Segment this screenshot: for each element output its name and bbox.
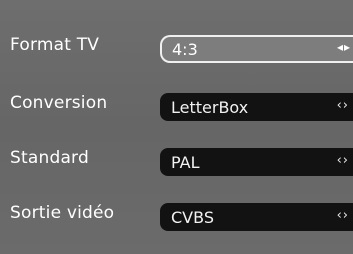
menu-row-standard[interactable]: Standard PAL ‹› (0, 138, 353, 182)
video-settings-menu: Format TV 4:3 ◂▸ Conversion LetterBox ‹›… (0, 0, 353, 254)
format-tv-label: Format TV (10, 35, 100, 55)
sortie-video-label: Sortie vidéo (10, 203, 115, 223)
menu-row-conversion[interactable]: Conversion LetterBox ‹› (0, 83, 353, 127)
conversion-selector[interactable]: LetterBox ‹› (160, 93, 353, 121)
menu-row-sortie-video[interactable]: Sortie vidéo CVBS ‹› (0, 193, 353, 237)
left-right-chevron-icon[interactable]: ‹› (337, 98, 349, 113)
left-right-chevron-icon[interactable]: ‹› (337, 153, 349, 168)
conversion-label: Conversion (10, 93, 108, 113)
sortie-video-value: CVBS (171, 208, 214, 227)
standard-selector[interactable]: PAL ‹› (160, 148, 353, 176)
format-tv-value: 4:3 (172, 40, 198, 59)
format-tv-selector[interactable]: 4:3 ◂▸ (160, 35, 353, 63)
standard-label: Standard (10, 148, 89, 168)
left-right-triangle-arrows-icon[interactable]: ◂▸ (337, 40, 351, 54)
conversion-value: LetterBox (171, 98, 249, 117)
sortie-video-selector[interactable]: CVBS ‹› (160, 203, 353, 231)
standard-value: PAL (171, 153, 200, 172)
left-right-chevron-icon[interactable]: ‹› (337, 208, 349, 223)
menu-row-format-tv[interactable]: Format TV 4:3 ◂▸ (0, 25, 353, 69)
